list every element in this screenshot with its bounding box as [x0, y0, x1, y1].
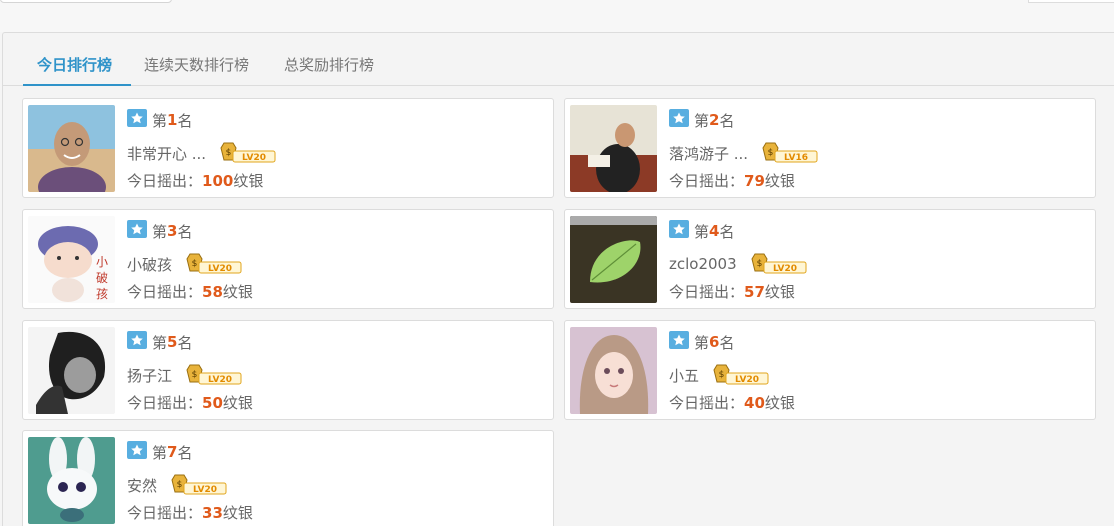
user-name[interactable]: 安然: [127, 475, 157, 496]
svg-text:孩: 孩: [96, 287, 108, 301]
ranking-card: 第 4 名 zclo2003 $ LV20 今日摇出：57纹银: [564, 209, 1096, 309]
user-name[interactable]: 小破孩: [127, 254, 172, 275]
level-text: LV16: [784, 153, 808, 163]
user-avatar[interactable]: [570, 327, 657, 414]
today-earnings: 今日摇出：58纹银: [127, 283, 253, 301]
ranking-card: 第 7 名 安然 $ LV20 今日摇出：33纹银: [22, 430, 554, 526]
user-avatar[interactable]: [28, 327, 115, 414]
svg-text:$: $: [768, 148, 774, 158]
user-name-row: 落鸿游子 ... $ LV16: [669, 138, 818, 168]
leaderboard-panel: 今日排行榜 连续天数排行榜 总奖励排行榜 第 1 名 非常开心 ... $ LV…: [2, 32, 1114, 526]
rank-label: 第 4 名: [669, 220, 734, 242]
svg-text:$: $: [226, 148, 232, 158]
level-text: LV20: [193, 485, 217, 495]
user-name[interactable]: 非常开心 ...: [127, 143, 206, 164]
today-earnings: 今日摇出：50纹银: [127, 394, 253, 412]
level-text: LV20: [208, 375, 232, 385]
user-name-row: zclo2003 $ LV20: [669, 249, 807, 279]
rank-label: 第 2 名: [669, 109, 734, 131]
rank-star-icon: [127, 220, 152, 242]
tab-total-reward-ranking[interactable]: 总奖励排行榜: [284, 54, 374, 86]
level-badge-icon: $ LV20: [172, 249, 242, 279]
top-left-control[interactable]: [0, 0, 172, 3]
user-name[interactable]: 落鸿游子 ...: [669, 143, 748, 164]
rank-star-icon: [669, 220, 694, 242]
user-name[interactable]: zclo2003: [669, 255, 737, 273]
svg-text:$: $: [192, 259, 198, 269]
level-text: LV20: [735, 375, 759, 385]
rank-star-icon: [127, 109, 152, 131]
ranking-card: 第 6 名 小五 $ LV20 今日摇出：40纹银: [564, 320, 1096, 420]
tab-consecutive-days-ranking[interactable]: 连续天数排行榜: [144, 54, 249, 86]
level-text: LV20: [242, 153, 266, 163]
rank-label: 第 6 名: [669, 331, 734, 353]
user-avatar[interactable]: 小 破 孩: [28, 216, 115, 303]
svg-text:$: $: [177, 480, 183, 490]
rank-number: 7: [167, 443, 178, 461]
earn-amount: 40: [744, 394, 765, 412]
tab-today-ranking[interactable]: 今日排行榜: [23, 54, 131, 86]
earn-amount: 33: [202, 504, 223, 522]
svg-text:$: $: [756, 259, 762, 269]
level-badge-icon: $ LV20: [172, 360, 242, 390]
level-text: LV20: [773, 264, 797, 274]
earn-amount: 79: [744, 172, 765, 190]
level-badge-icon: $ LV20: [157, 470, 227, 500]
rank-star-icon: [127, 441, 152, 463]
user-avatar[interactable]: [570, 105, 657, 192]
rank-label: 第 1 名: [127, 109, 192, 131]
user-name-row: 扬子江 $ LV20: [127, 360, 242, 390]
user-name[interactable]: 扬子江: [127, 365, 172, 386]
today-earnings: 今日摇出：40纹银: [669, 394, 795, 412]
svg-text:小: 小: [96, 255, 108, 269]
user-name-row: 非常开心 ... $ LV20: [127, 138, 276, 168]
user-avatar[interactable]: [570, 216, 657, 303]
today-earnings: 今日摇出：100纹银: [127, 172, 264, 190]
level-badge-icon: $ LV20: [699, 360, 769, 390]
today-earnings: 今日摇出：33纹银: [127, 504, 253, 522]
rank-label: 第 7 名: [127, 441, 192, 463]
today-earnings: 今日摇出：79纹银: [669, 172, 795, 190]
leaderboard-tabs: 今日排行榜 连续天数排行榜 总奖励排行榜: [3, 33, 1114, 86]
level-badge-icon: $ LV20: [206, 138, 276, 168]
level-text: LV20: [208, 264, 232, 274]
rank-star-icon: [669, 331, 694, 353]
svg-text:$: $: [719, 370, 725, 380]
top-strip: [0, 0, 1114, 32]
earn-amount: 58: [202, 283, 223, 301]
user-avatar[interactable]: [28, 105, 115, 192]
user-name-row: 小五 $ LV20: [669, 360, 769, 390]
rank-number: 4: [709, 222, 720, 240]
user-name[interactable]: 小五: [669, 365, 699, 386]
ranking-card: 第 1 名 非常开心 ... $ LV20 今日摇出：100纹银: [22, 98, 554, 198]
svg-text:破: 破: [96, 270, 108, 285]
rank-number: 6: [709, 333, 720, 351]
level-badge-icon: $ LV16: [748, 138, 818, 168]
rank-number: 3: [167, 222, 178, 240]
earn-amount: 57: [744, 283, 765, 301]
rank-star-icon: [127, 331, 152, 353]
svg-text:$: $: [192, 370, 198, 380]
ranking-card: 小 破 孩 第 3 名 小破孩 $ LV20 今日摇出：58纹银: [22, 209, 554, 309]
level-badge-icon: $ LV20: [737, 249, 807, 279]
ranking-card: 第 5 名 扬子江 $ LV20 今日摇出：50纹银: [22, 320, 554, 420]
rank-label: 第 5 名: [127, 331, 192, 353]
rank-star-icon: [669, 109, 694, 131]
earn-amount: 50: [202, 394, 223, 412]
ranking-card: 第 2 名 落鸿游子 ... $ LV16 今日摇出：79纹银: [564, 98, 1096, 198]
top-right-control[interactable]: [1028, 0, 1114, 3]
today-earnings: 今日摇出：57纹银: [669, 283, 795, 301]
rank-number: 2: [709, 111, 720, 129]
rank-number: 5: [167, 333, 178, 351]
rank-number: 1: [167, 111, 178, 129]
rank-label: 第 3 名: [127, 220, 192, 242]
user-name-row: 安然 $ LV20: [127, 470, 227, 500]
earn-amount: 100: [202, 172, 234, 190]
user-avatar[interactable]: [28, 437, 115, 524]
user-name-row: 小破孩 $ LV20: [127, 249, 242, 279]
